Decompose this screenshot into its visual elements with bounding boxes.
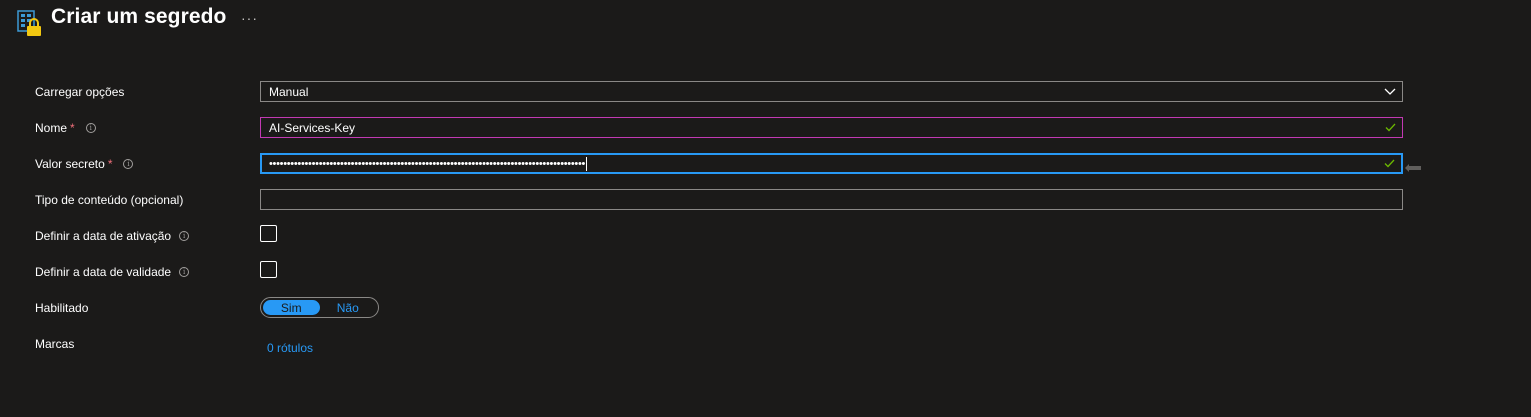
secret-value-input[interactable]: ••••••••••••••••••••••••••••••••••••••••… (260, 153, 1403, 174)
info-icon[interactable]: i (123, 159, 134, 169)
tags-label-text: Marcas (35, 337, 75, 351)
name-label: Nome * i (35, 121, 96, 135)
enabled-label: Habilitado (35, 301, 88, 315)
checkmark-icon (1380, 123, 1400, 132)
expiration-date-label: Definir a data de validade i (35, 265, 190, 279)
enabled-label-text: Habilitado (35, 301, 89, 315)
secret-value-dots: ••••••••••••••••••••••••••••••••••••••••… (269, 157, 586, 170)
tags-label: Marcas (35, 337, 74, 351)
enabled-option-no[interactable]: Não (320, 300, 377, 315)
required-marker: * (70, 121, 75, 135)
upload-options-label: Carregar opções (35, 85, 124, 99)
upload-options-label-text: Carregar opções (35, 85, 125, 99)
checkmark-icon (1379, 159, 1399, 168)
required-marker: * (107, 157, 113, 171)
more-options-button[interactable]: ··· (241, 10, 258, 26)
activation-date-label: Definir a data de ativação i (35, 229, 190, 243)
secret-value-label-text: Valor secreto (35, 157, 105, 171)
expiration-date-label-text: Definir a data de validade (35, 265, 172, 279)
arrow-left-icon (1405, 159, 1421, 172)
tags-link[interactable]: 0 rótulos (267, 341, 313, 355)
content-type-label: Tipo de conteúdo (opcional) (35, 193, 183, 207)
name-input[interactable]: AI-Services-Key (260, 117, 1403, 138)
activation-date-checkbox[interactable] (260, 225, 277, 242)
secret-value-masked: ••••••••••••••••••••••••••••••••••••••••… (269, 156, 1379, 171)
enabled-option-yes[interactable]: Sim (263, 300, 320, 315)
enabled-toggle: Sim Não (260, 297, 379, 318)
name-input-value: AI-Services-Key (269, 120, 356, 135)
page-title: Criar um segredo (51, 5, 227, 28)
key-vault-secret-icon (17, 10, 43, 38)
create-secret-page: Criar um segredo ··· Carregar opções Man… (0, 0, 1531, 417)
secret-value-label: Valor secreto * i (35, 157, 134, 171)
content-type-label-text: Tipo de conteúdo (opcional) (35, 193, 184, 207)
expiration-date-checkbox[interactable] (260, 261, 277, 278)
upload-options-dropdown[interactable]: Manual (260, 81, 1403, 102)
chevron-down-icon (1380, 88, 1400, 96)
info-icon[interactable]: i (179, 231, 190, 241)
text-caret (586, 156, 588, 171)
info-icon[interactable]: i (179, 267, 190, 277)
activation-date-label-text: Definir a data de ativação (35, 229, 172, 243)
name-label-text: Nome (35, 121, 68, 135)
upload-options-value: Manual (269, 84, 309, 99)
content-type-input[interactable] (260, 189, 1403, 210)
info-icon[interactable]: i (85, 123, 96, 133)
